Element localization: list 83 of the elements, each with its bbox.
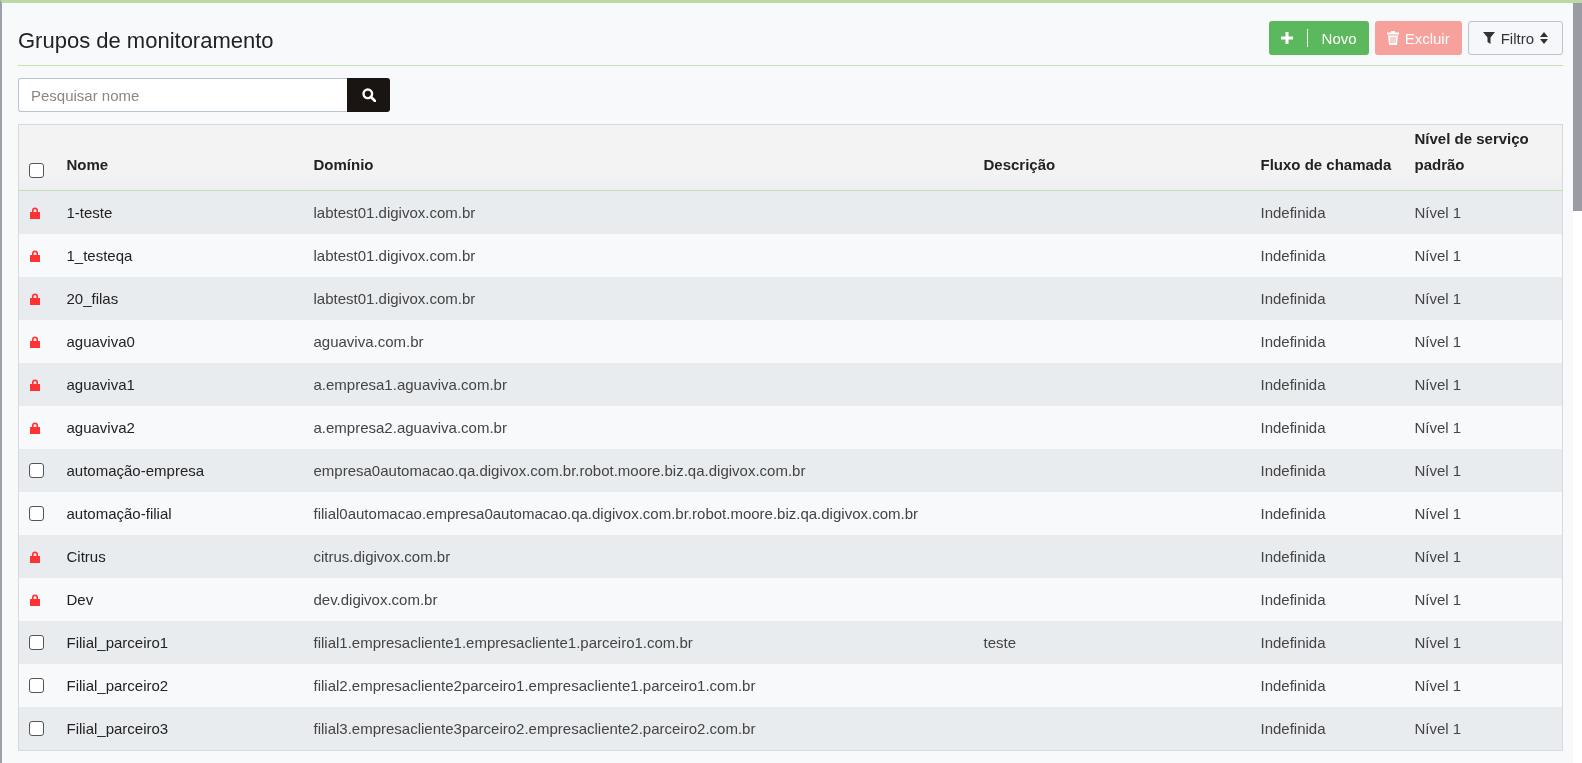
lock-icon bbox=[29, 421, 41, 434]
table-cell: Indefinida bbox=[1260, 290, 1326, 307]
table-cell: Filial_parceiro3 bbox=[66, 720, 169, 737]
filter-button[interactable]: Filtro bbox=[1467, 21, 1563, 55]
sort-icon bbox=[1540, 32, 1548, 44]
search-field[interactable]: Pesquisar nome bbox=[18, 78, 347, 112]
table-cell: a.empresa1.aguaviva.com.br bbox=[313, 376, 507, 393]
table-cell: Filial_parceiro2 bbox=[66, 677, 169, 694]
table-cell: aguaviva2 bbox=[66, 419, 135, 436]
table-cell: a.empresa2.aguaviva.com.br bbox=[313, 419, 507, 436]
table-cell: Nível 1 bbox=[1414, 720, 1462, 737]
table-cell: Nível 1 bbox=[1414, 591, 1462, 608]
table-cell: Nível 1 bbox=[1414, 419, 1462, 436]
row-checkbox[interactable] bbox=[29, 721, 44, 736]
table-cell: Nível 1 bbox=[1414, 548, 1462, 565]
table-cell: filial3.empresacliente3parceiro2.empresacliente2.parceiro2.com.br bbox=[313, 720, 756, 737]
table-cell: aguaviva0 bbox=[66, 333, 135, 350]
table-cell: Indefinida bbox=[1260, 548, 1326, 565]
table-cell: Nível 1 bbox=[1414, 204, 1462, 221]
table-cell: Nível 1 bbox=[1414, 677, 1462, 694]
table-cell: empresa0automacao.qa.digivox.com.br.robot.moore.biz.qa.digivox.com.br bbox=[313, 462, 806, 479]
table-cell: filial1.empresacliente1.empresacliente1.parceiro1.com.br bbox=[313, 634, 693, 651]
search-button[interactable] bbox=[347, 78, 390, 112]
table-cell: Citrus bbox=[66, 548, 106, 565]
search-icon bbox=[361, 88, 376, 102]
table-cell: Indefinida bbox=[1260, 247, 1326, 264]
table-cell: Filial_parceiro1 bbox=[66, 634, 169, 651]
filter-icon bbox=[1482, 32, 1495, 44]
table-cell: labtest01.digivox.com.br bbox=[313, 290, 476, 307]
row-checkbox[interactable] bbox=[29, 506, 44, 521]
table-cell: Indefinida bbox=[1260, 376, 1326, 393]
column-header: Domínio bbox=[313, 155, 374, 175]
table-cell: Indefinida bbox=[1260, 419, 1326, 436]
plus-icon bbox=[1280, 32, 1293, 44]
table-cell: aguaviva1 bbox=[66, 376, 135, 393]
table-cell: labtest01.digivox.com.br bbox=[313, 204, 476, 221]
column-header: Nível de serviço padrão bbox=[1414, 129, 1530, 175]
table-cell: 1-teste bbox=[66, 204, 113, 221]
table-cell: automação-filial bbox=[66, 505, 172, 522]
lock-icon bbox=[29, 593, 41, 606]
scrollbar-thumb[interactable] bbox=[1573, 3, 1582, 211]
table-cell: Nível 1 bbox=[1414, 505, 1462, 522]
table-cell: Nível 1 bbox=[1414, 376, 1462, 393]
lock-icon bbox=[29, 292, 41, 305]
row-checkbox[interactable] bbox=[29, 678, 44, 693]
table-cell: Indefinida bbox=[1260, 204, 1326, 221]
table-cell: Indefinida bbox=[1260, 677, 1326, 694]
table-cell: Dev bbox=[66, 591, 94, 608]
table-cell: 1_testeqa bbox=[66, 247, 133, 264]
row-checkbox[interactable] bbox=[29, 463, 44, 478]
lock-icon bbox=[29, 378, 41, 391]
select-all-checkbox[interactable] bbox=[29, 163, 44, 178]
table-cell: Indefinida bbox=[1260, 634, 1326, 651]
table-cell: dev.digivox.com.br bbox=[313, 591, 438, 608]
lock-icon bbox=[29, 249, 41, 262]
table-cell: filial2.empresacliente2parceiro1.empresacliente1.parceiro1.com.br bbox=[313, 677, 756, 694]
page-title: Grupos de monitoramento bbox=[18, 27, 274, 54]
table-cell: Nível 1 bbox=[1414, 634, 1462, 651]
trash-icon bbox=[1386, 31, 1399, 45]
table-cell: automação-empresa bbox=[66, 462, 205, 479]
table-cell: 20_filas bbox=[66, 290, 119, 307]
table-cell: citrus.digivox.com.br bbox=[313, 548, 451, 565]
lock-icon bbox=[29, 550, 41, 563]
table-cell: Indefinida bbox=[1260, 720, 1326, 737]
column-header: Nome bbox=[66, 155, 109, 175]
row-checkbox[interactable] bbox=[29, 635, 44, 650]
table-cell: Nível 1 bbox=[1414, 333, 1462, 350]
new-button[interactable]: Novo bbox=[1268, 21, 1369, 55]
table-cell: Nível 1 bbox=[1414, 462, 1462, 479]
table-cell: aguaviva.com.br bbox=[313, 333, 424, 350]
table-cell: filial0automacao.empresa0automacao.qa.digivox.com.br.robot.moore.biz.qa.digivox.com.br bbox=[313, 505, 918, 522]
table-cell: Indefinida bbox=[1260, 591, 1326, 608]
lock-icon bbox=[29, 206, 41, 219]
column-header: Fluxo de chamada bbox=[1260, 155, 1392, 175]
table-cell: teste bbox=[983, 634, 1017, 651]
table-cell: Nível 1 bbox=[1414, 247, 1462, 264]
lock-icon bbox=[29, 335, 41, 348]
table-cell: Indefinida bbox=[1260, 505, 1326, 522]
table-cell: Nível 1 bbox=[1414, 290, 1462, 307]
table-cell: Indefinida bbox=[1260, 462, 1326, 479]
table-cell: Indefinida bbox=[1260, 333, 1326, 350]
table-cell: labtest01.digivox.com.br bbox=[313, 247, 476, 264]
column-header: Descrição bbox=[983, 155, 1056, 175]
